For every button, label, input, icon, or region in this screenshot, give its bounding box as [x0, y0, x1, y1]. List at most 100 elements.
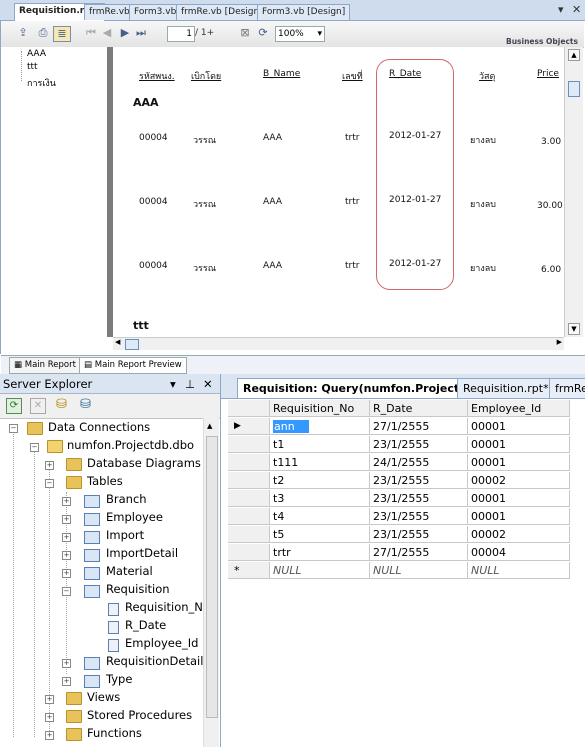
- tree-item-ttt[interactable]: ttt: [27, 62, 38, 72]
- tab-frmre-vb[interactable]: frmRe.vb: [84, 4, 135, 20]
- row-selector[interactable]: ▶: [228, 418, 270, 435]
- tab-main-report[interactable]: ▦ Main Report: [9, 357, 81, 374]
- grid-cell[interactable]: t4: [270, 508, 370, 525]
- grid-column-header[interactable]: Requisition_No: [270, 400, 370, 417]
- scroll-right-icon[interactable]: ▶: [557, 338, 562, 346]
- expand-stored-procedures[interactable]: +: [45, 713, 54, 722]
- tree-item-aaa[interactable]: AAA: [27, 49, 46, 59]
- server-explorer-scrollbar[interactable]: ▲: [203, 418, 219, 747]
- tab-dropdown-icon[interactable]: ▾: [558, 3, 564, 16]
- refresh-icon[interactable]: ⟳: [255, 26, 271, 40]
- grid-cell[interactable]: 00001: [468, 418, 570, 435]
- tree-column-r-date[interactable]: R_Date: [125, 616, 166, 634]
- grid-cell[interactable]: t3: [270, 490, 370, 507]
- expand-table[interactable]: +: [62, 533, 71, 542]
- tab-frmre-design[interactable]: frmRe.vb [Design]: [176, 4, 268, 20]
- expand-functions[interactable]: +: [45, 731, 54, 740]
- tree-database[interactable]: numfon.Projectdb.dbo: [67, 436, 194, 454]
- grid-cell[interactable]: 00001: [468, 490, 570, 507]
- tree-database-diagrams[interactable]: Database Diagrams: [87, 454, 201, 472]
- scroll-up-icon[interactable]: ▲: [207, 422, 212, 430]
- tab-requisition-rpt-2[interactable]: Requisition.rpt*: [457, 378, 555, 398]
- tab-form3-vb[interactable]: Form3.vb: [129, 4, 182, 20]
- expand-table[interactable]: +: [62, 677, 71, 686]
- grid-cell[interactable]: t5: [270, 526, 370, 543]
- hscroll-thumb[interactable]: [125, 339, 139, 350]
- tree-table-importdetail[interactable]: ImportDetail: [106, 544, 178, 562]
- grid-cell[interactable]: ann: [270, 418, 370, 435]
- grid-cell[interactable]: 00004: [468, 544, 570, 561]
- grid-cell[interactable]: 00002: [468, 472, 570, 489]
- export-icon[interactable]: ⇪: [15, 26, 31, 40]
- tree-table-branch[interactable]: Branch: [106, 490, 147, 508]
- tree-table-material[interactable]: Material: [106, 562, 153, 580]
- expand-table[interactable]: +: [62, 551, 71, 560]
- grid-cell[interactable]: 27/1/2555: [370, 544, 468, 561]
- expand-diagrams[interactable]: +: [45, 461, 54, 470]
- grid-cell[interactable]: 23/1/2555: [370, 472, 468, 489]
- expand-db[interactable]: −: [30, 443, 39, 452]
- tree-column-employee-id[interactable]: Employee_Id: [125, 634, 198, 652]
- tree-functions[interactable]: Functions: [87, 724, 142, 742]
- grid-cell[interactable]: trtr: [270, 544, 370, 561]
- grid-cell[interactable]: 00002: [468, 526, 570, 543]
- first-page-icon[interactable]: ⏮: [83, 26, 99, 40]
- toggle-tree-icon[interactable]: ≣: [53, 26, 71, 42]
- grid-column-header[interactable]: Employee_Id: [468, 400, 570, 417]
- expand-data-connections[interactable]: −: [9, 424, 18, 433]
- row-selector[interactable]: [228, 436, 270, 453]
- pin-icon[interactable]: ⊥: [185, 374, 195, 394]
- row-selector[interactable]: [228, 472, 270, 489]
- last-page-icon[interactable]: ⏭: [133, 26, 149, 40]
- row-selector[interactable]: [228, 544, 270, 561]
- report-vertical-scrollbar[interactable]: ▲ ▼: [564, 47, 583, 337]
- tree-views[interactable]: Views: [87, 688, 120, 706]
- expand-tables[interactable]: −: [45, 479, 54, 488]
- tree-stored-procedures[interactable]: Stored Procedures: [87, 706, 192, 724]
- grid-cell[interactable]: t1: [270, 436, 370, 453]
- tree-data-connections[interactable]: Data Connections: [48, 418, 150, 436]
- report-horizontal-scrollbar[interactable]: ◀ ▶: [113, 337, 564, 350]
- grid-cell[interactable]: 23/1/2555: [370, 436, 468, 453]
- grid-cell[interactable]: t2: [270, 472, 370, 489]
- stop-refresh-icon[interactable]: ✕: [30, 398, 46, 414]
- scroll-thumb[interactable]: [568, 81, 580, 97]
- grid-cell[interactable]: 00001: [468, 436, 570, 453]
- collapse-requisition[interactable]: −: [62, 587, 71, 596]
- expand-table[interactable]: +: [62, 515, 71, 524]
- scroll-left-icon[interactable]: ◀: [115, 338, 120, 346]
- scroll-up-icon[interactable]: ▲: [568, 49, 580, 61]
- grid-column-header[interactable]: R_Date: [370, 400, 468, 417]
- tab-main-report-preview[interactable]: ▤ Main Report Preview: [79, 357, 187, 374]
- grid-cell[interactable]: t111: [270, 454, 370, 471]
- tree-table-type[interactable]: Type: [106, 670, 132, 688]
- tab-requisition-query[interactable]: Requisition: Query(numfon.Projectdb): [237, 378, 486, 398]
- zoom-select[interactable]: 100% ▾: [275, 26, 325, 42]
- grid-cell-null[interactable]: NULL: [270, 562, 370, 579]
- tree-table-employee[interactable]: Employee: [106, 508, 163, 526]
- grid-cell[interactable]: 00001: [468, 508, 570, 525]
- grid-cell-null[interactable]: NULL: [468, 562, 570, 579]
- grid-cell[interactable]: 23/1/2555: [370, 526, 468, 543]
- grid-cell[interactable]: 00001: [468, 454, 570, 471]
- connect-database-icon[interactable]: ⛁: [56, 397, 67, 412]
- row-selector[interactable]: [228, 526, 270, 543]
- tree-item-finance[interactable]: การเงิน: [27, 76, 56, 90]
- grid-cell[interactable]: 24/1/2555: [370, 454, 468, 471]
- expand-table[interactable]: +: [62, 659, 71, 668]
- row-selector[interactable]: [228, 508, 270, 525]
- connect-server-icon[interactable]: ⛁: [80, 397, 91, 412]
- tree-column-requisition-no[interactable]: Requisition_No: [125, 598, 203, 616]
- print-icon[interactable]: ⎙: [35, 26, 51, 40]
- tree-tables[interactable]: Tables: [87, 472, 123, 490]
- tree-table-import[interactable]: Import: [106, 526, 144, 544]
- close-panel-icon[interactable]: ✕: [203, 374, 213, 394]
- panel-menu-icon[interactable]: ▾: [170, 374, 176, 394]
- grid-cell[interactable]: 23/1/2555: [370, 508, 468, 525]
- grid-cell[interactable]: 23/1/2555: [370, 490, 468, 507]
- refresh-icon[interactable]: ⟳: [6, 398, 22, 414]
- prev-page-icon[interactable]: ◀: [99, 26, 115, 40]
- scroll-thumb[interactable]: [206, 436, 218, 718]
- tree-table-requisitiondetail[interactable]: RequisitionDetail: [106, 652, 203, 670]
- grid-cell-null[interactable]: NULL: [370, 562, 468, 579]
